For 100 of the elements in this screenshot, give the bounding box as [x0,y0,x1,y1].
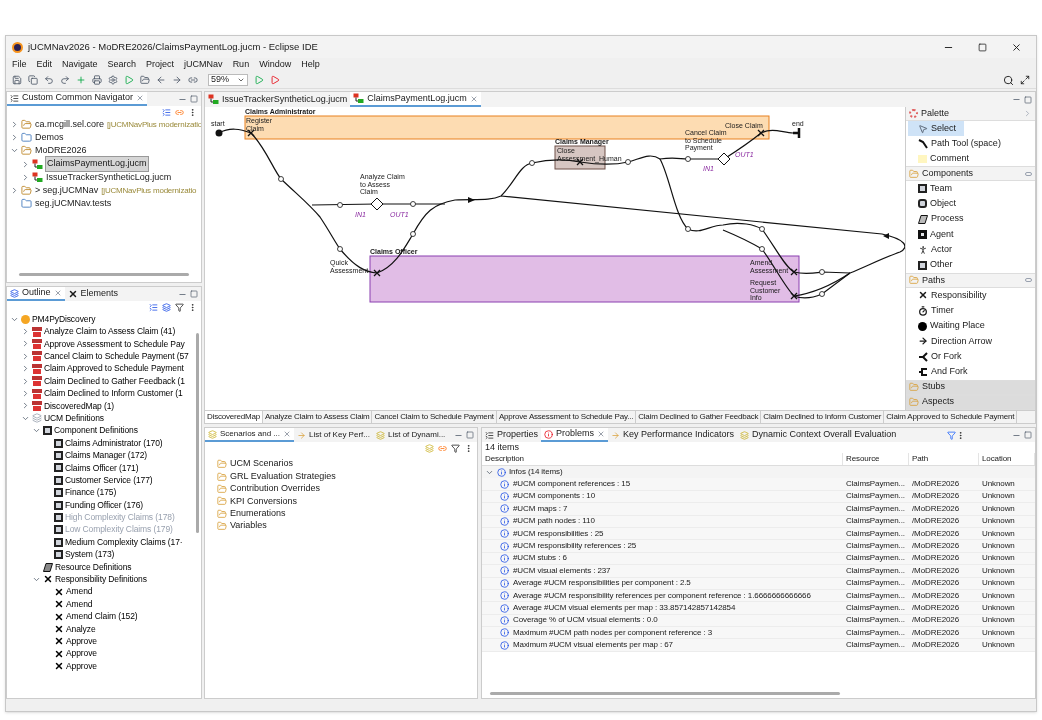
tree-item[interactable]: Variables [230,519,267,533]
map-tab[interactable]: Claim Declined to Gather Feedback [636,411,762,423]
tree-item[interactable]: Approve [66,635,97,648]
palette-tool[interactable]: Object [906,196,1035,212]
tree-item[interactable]: Amend [66,585,93,599]
tree-item[interactable]: Resource Definitions [55,560,132,574]
more-icon[interactable] [464,443,473,453]
tree-item[interactable]: Cancel Claim to Schedule Payment (57 [44,350,189,363]
tree-item[interactable]: DiscoveredMap (1) [44,399,115,413]
maximize-icon[interactable] [978,42,987,52]
tree-item[interactable]: Funding Officer (176) [65,498,144,512]
tree-item[interactable]: Approve [66,659,97,673]
tree-item[interactable]: > seg.jUCMNav [34,183,100,198]
palette-drawer[interactable]: Paths [906,272,1035,288]
run-icon[interactable] [124,75,134,85]
tree-item[interactable]: Claims Officer (171) [65,461,139,475]
zoom-dropdown[interactable]: 59% [208,74,248,86]
save-icon[interactable] [12,75,22,85]
column-header[interactable]: Path [909,453,979,465]
tree-item[interactable]: Approve [66,647,97,661]
menu-item[interactable]: Help [301,58,320,72]
maximize-icon[interactable] [190,290,198,298]
tree-item[interactable]: Enumerations [230,507,286,521]
settings-icon[interactable] [108,75,118,85]
open-folder-icon[interactable] [140,75,150,85]
more-icon[interactable] [188,107,197,117]
filter-icon[interactable] [451,443,460,453]
palette-tool[interactable]: Actor [906,242,1035,258]
filter-icon[interactable] [175,302,184,312]
run-icon[interactable] [254,75,264,85]
view-tab[interactable]: ClaimsPaymentLog.jucm [350,92,481,107]
map-tab[interactable]: Approve Assessment to Schedule Pay... [496,411,637,423]
tree-item[interactable]: Claims Manager (172) [65,449,148,462]
menu-item[interactable]: Run [232,58,250,72]
map-tab[interactable]: DiscoveredMap [205,411,263,423]
copy-icon[interactable] [28,75,38,85]
tree-item[interactable]: System (173) [65,548,115,561]
menu-item[interactable]: Search [107,58,137,72]
redo-icon[interactable] [60,75,70,85]
palette-tool[interactable]: Team [906,181,1035,197]
menu-item[interactable]: Edit [36,58,53,72]
print-icon[interactable] [92,75,102,85]
map-tab[interactable]: Claim Declined to Inform Customer [761,411,885,423]
tree-item[interactable]: Amend Claim (152) [66,610,138,623]
link-icon[interactable] [188,75,198,85]
tree-item[interactable]: Medium Complexity Claims (17· [65,535,183,549]
tree-item[interactable]: Customer Service (177) [65,473,153,487]
forward-icon[interactable] [172,75,182,85]
tree-item[interactable]: Amend [66,597,93,611]
scrollbar[interactable] [196,333,199,533]
map-tab[interactable]: Analyze Claim to Assess Claim [263,411,373,423]
maximize-icon[interactable] [190,95,198,103]
tree-view-icon[interactable] [149,302,158,312]
menu-item[interactable]: Window [259,58,292,72]
search-icon[interactable] [1003,74,1014,86]
map-tab[interactable]: Cancel Claim to Schedule Payment [372,411,497,423]
close-icon[interactable] [1011,41,1022,53]
menu-item[interactable]: jUCMNav [184,58,223,72]
palette-drawer[interactable]: Components [906,166,1035,181]
tree-item[interactable]: PM4PyDiscovery [32,313,96,326]
palette-tool[interactable]: Or Fork [906,348,1035,365]
tree-item[interactable]: Finance (175) [65,486,117,500]
more-icon[interactable] [188,302,197,312]
view-tab[interactable]: IssueTrackerSyntheticLog.jucm [205,92,351,107]
map-tab[interactable]: Claim Approved to Schedule Payment [884,411,1018,423]
menu-item[interactable]: Navigate [62,58,98,72]
perspective-icon[interactable] [1020,75,1030,85]
layers-icon[interactable] [425,443,434,453]
tree-item[interactable]: Analyze Claim to Assess Claim (41) [44,325,176,338]
scrollbar[interactable] [19,273,189,276]
palette-tool[interactable]: And Fork [906,364,1035,380]
view-tab[interactable]: Problems [541,428,609,442]
tree-item[interactable]: Claims Administrator (170) [65,436,163,450]
view-tab[interactable]: Elements [64,287,122,301]
view-tab[interactable]: Key Performance Indicators [608,428,738,442]
palette-tool[interactable]: Responsibility [906,287,1035,304]
tree-item[interactable]: Contribution Overrides [230,482,321,496]
palette-tool[interactable]: Path Tool (space) [908,136,1009,151]
tree-item[interactable]: Demos [34,131,65,145]
column-header[interactable]: Description [482,453,843,465]
maximize-icon[interactable] [1024,95,1032,104]
palette-tool[interactable]: Process [906,211,1035,227]
tree-item[interactable]: UCM Scenarios [230,457,294,471]
pin-icon[interactable] [1025,171,1032,176]
palette-tool[interactable]: Direction Arrow [906,333,1035,349]
collapse-all-icon[interactable] [162,107,171,117]
back-icon[interactable] [156,75,166,85]
column-header[interactable]: Resource [843,453,909,465]
tree-item[interactable]: Responsibility Definitions [55,573,147,586]
menu-item[interactable]: Project [146,58,175,72]
undo-icon[interactable] [44,75,54,85]
palette-tool[interactable]: Other [906,257,1035,273]
tree-item[interactable]: Claim Declined to Gather Feedback (1 [44,374,185,388]
tree-item[interactable]: GRL Evaluation Strategies [230,469,336,484]
maximize-icon[interactable] [1024,431,1032,439]
tree-item[interactable]: Analyze [66,622,96,636]
palette-tool[interactable]: Timer [906,303,1035,319]
palette-tool[interactable]: Agent [906,226,1035,243]
palette-drawer[interactable]: Stubs [906,379,1035,395]
view-tab[interactable]: Custom Common Navigator [7,92,148,106]
